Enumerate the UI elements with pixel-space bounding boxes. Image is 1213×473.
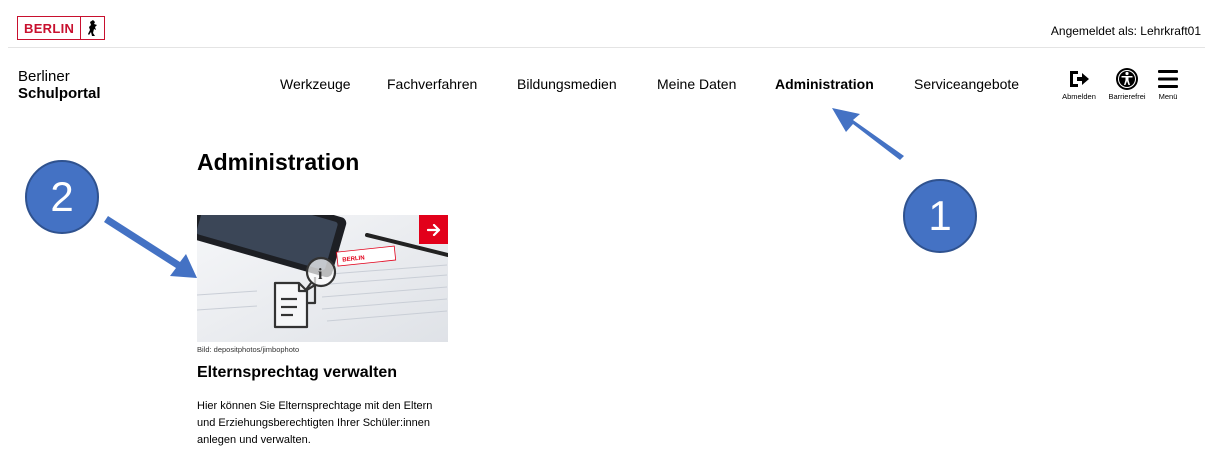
- berlin-logo-text: BERLIN: [18, 17, 82, 39]
- annotation-arrows: [104, 108, 904, 278]
- portal-brand[interactable]: Berliner Schulportal: [18, 68, 101, 102]
- annotation-marker-2-label: 2: [50, 173, 74, 220]
- menu-button[interactable]: Menü: [1146, 67, 1190, 101]
- card-open-button[interactable]: [419, 215, 448, 244]
- annotation-marker-1-label: 1: [928, 192, 952, 239]
- brand-line-1: Berliner: [18, 68, 70, 85]
- nav-item-serviceangebote[interactable]: Serviceangebote: [914, 76, 1019, 92]
- berlin-bear-icon: [81, 19, 104, 37]
- berlin-logo[interactable]: BERLIN: [17, 16, 105, 40]
- nav-item-bildungsmedien[interactable]: Bildungsmedien: [517, 76, 617, 92]
- annotation-arrow-1: [832, 108, 904, 160]
- logout-button[interactable]: Abmelden: [1053, 67, 1105, 101]
- brand-line-2: Schulportal: [18, 85, 101, 102]
- top-bar: BERLIN Angemeldet als: Lehrkraft01: [0, 0, 1213, 48]
- annotation-arrow-2: [104, 216, 197, 278]
- arrow-right-icon: [426, 223, 440, 236]
- nav-item-werkzeuge[interactable]: Werkzeuge: [280, 76, 351, 92]
- svg-text:i: i: [318, 266, 323, 283]
- top-divider: [8, 47, 1205, 48]
- accessibility-icon: [1116, 68, 1138, 90]
- logout-label: Abmelden: [1062, 92, 1096, 101]
- logged-in-user: Angemeldet als: Lehrkraft01: [1050, 24, 1201, 38]
- image-credit: Bild: depositphotos/jimbophoto: [197, 345, 300, 354]
- card-illustration: BERLIN i: [197, 215, 448, 342]
- card-image[interactable]: BERLIN i: [197, 215, 448, 342]
- annotation-marker-1: 1: [903, 179, 977, 253]
- page-title: Administration: [197, 149, 360, 175]
- nav-item-administration[interactable]: Administration: [775, 76, 874, 92]
- nav-item-fachverfahren[interactable]: Fachverfahren: [387, 76, 477, 92]
- nav-item-meine-daten[interactable]: Meine Daten: [657, 76, 736, 92]
- menu-label: Menü: [1158, 92, 1178, 101]
- logout-icon: [1070, 71, 1089, 87]
- annotation-marker-2: 2: [25, 160, 99, 234]
- card-title[interactable]: Elternsprechtag verwalten: [197, 364, 397, 382]
- hamburger-menu-icon: [1158, 70, 1178, 88]
- card-description: Hier können Sie Elternsprechtage mit den…: [197, 400, 433, 446]
